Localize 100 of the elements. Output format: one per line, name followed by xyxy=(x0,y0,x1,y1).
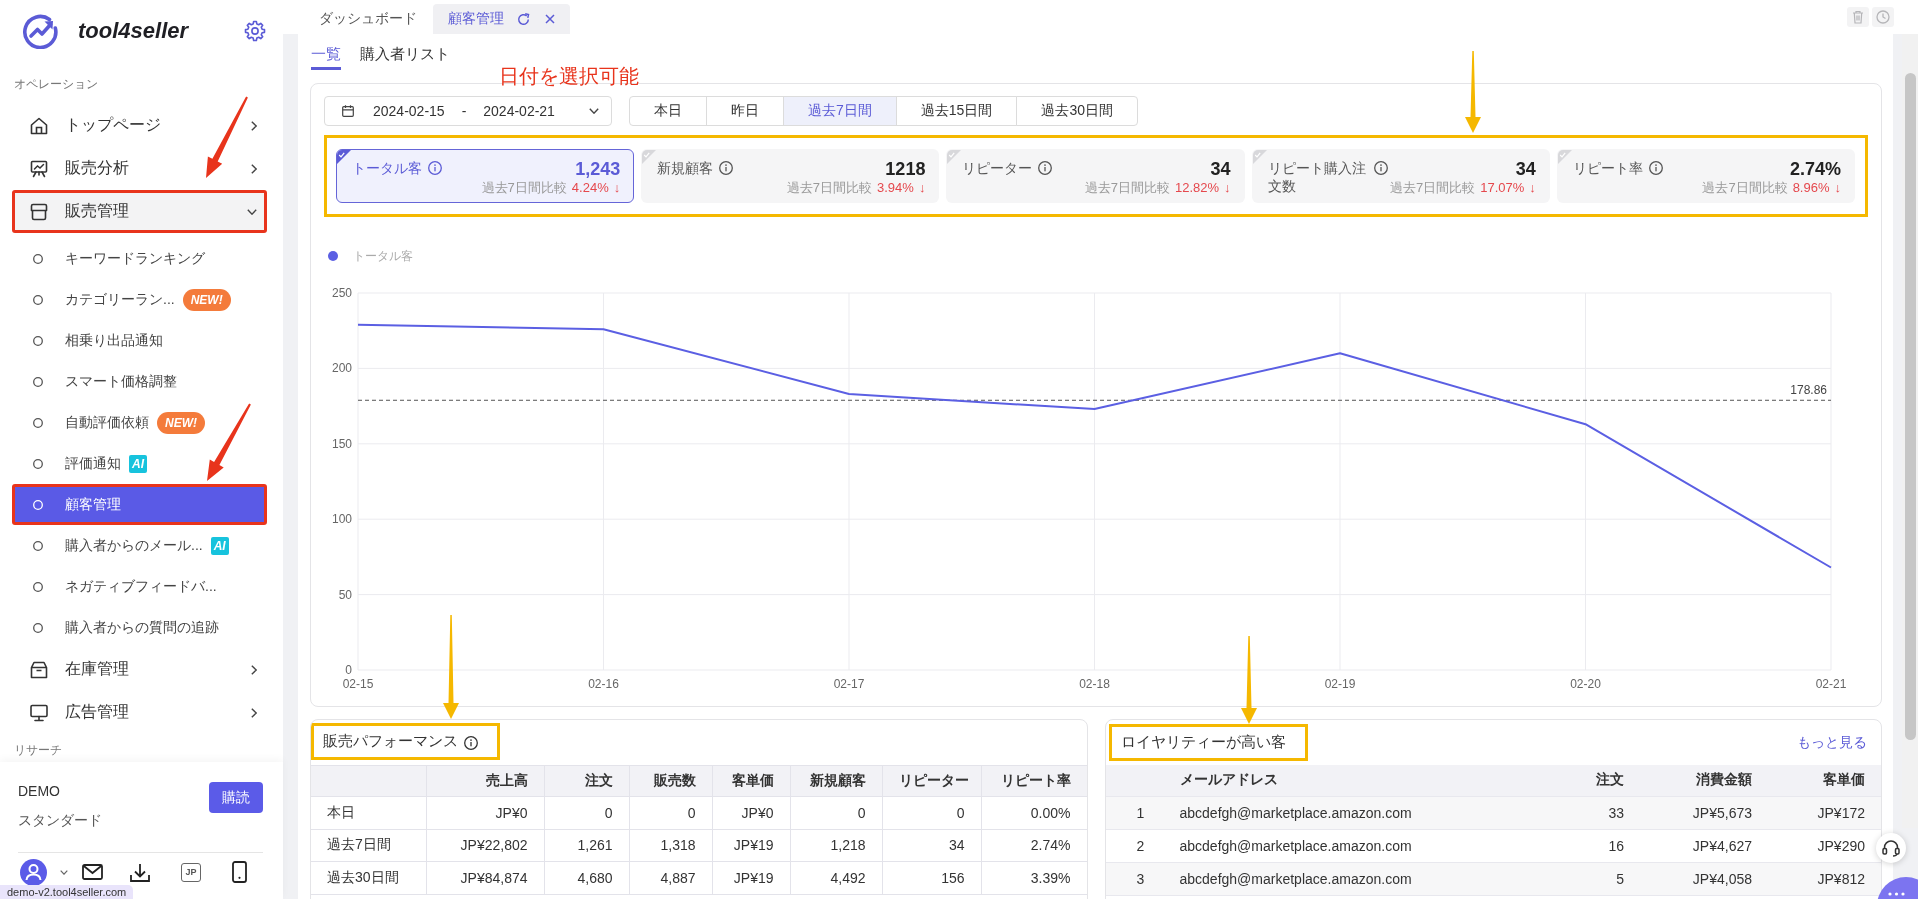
table-row[interactable]: 2 abcdefgh@marketplace.amazon.com 16 JP¥4,627 JP¥290 xyxy=(1105,829,1881,862)
table-cell: 0 xyxy=(629,796,712,829)
period-tab[interactable]: 昨日 xyxy=(706,96,784,126)
chevron-down-icon xyxy=(589,108,599,114)
metric-label: リピート率 xyxy=(1572,159,1643,177)
ring-icon xyxy=(33,622,43,633)
period-tab[interactable]: 本日 xyxy=(629,96,707,126)
axis-label: 150 xyxy=(331,436,352,451)
mail-icon[interactable] xyxy=(82,864,103,880)
nav-item[interactable]: スマート価格調整 xyxy=(12,361,267,402)
table-cell: 1,261 xyxy=(544,829,629,862)
trend-arrow: ↓ xyxy=(613,179,621,197)
column-header: 販売数 xyxy=(629,765,712,797)
table-cell: JP¥5,673 xyxy=(1640,796,1768,829)
box-icon xyxy=(30,660,48,679)
info-icon xyxy=(1038,161,1053,175)
metric-label: トータル客 xyxy=(352,159,422,177)
axis-label: 02-20 xyxy=(1570,677,1601,691)
trend-arrow: ↓ xyxy=(1834,179,1841,197)
info-icon xyxy=(428,161,442,175)
phone-icon[interactable] xyxy=(232,861,247,883)
nav-item[interactable]: 購入者からの質問の追跡 xyxy=(12,607,267,648)
nav-item[interactable]: キーワードランキング xyxy=(12,238,267,279)
table-cell: abcdefgh@marketplace.amazon.com xyxy=(1175,796,1540,829)
table-row[interactable]: 1 abcdefgh@marketplace.amazon.com 33 JP¥5,673 JP¥172 xyxy=(1105,796,1881,829)
rank-cell: 3 xyxy=(1105,862,1176,895)
table-row[interactable]: 3 abcdefgh@marketplace.amazon.com 5 JP¥4,058 JP¥812 xyxy=(1105,862,1881,895)
more-link[interactable]: もっと見る xyxy=(1797,733,1867,752)
column-header: 注文 xyxy=(544,765,629,797)
row-label: 本日 xyxy=(311,796,426,829)
nav-item[interactable]: ネガティブフィードバ... xyxy=(12,566,267,607)
download-icon[interactable] xyxy=(130,862,150,882)
chevron-right-icon xyxy=(251,120,257,131)
axis-label: 02-15 xyxy=(342,677,374,691)
nav-item[interactable]: トップページ xyxy=(12,104,267,147)
nav-item[interactable]: 販売分析 xyxy=(12,147,267,190)
ring-icon xyxy=(33,294,43,305)
table-cell: JP¥812 xyxy=(1768,862,1881,895)
column-header: 新規顧客 xyxy=(790,765,882,797)
close-icon[interactable] xyxy=(545,14,555,24)
nav-item[interactable]: 広告管理 xyxy=(12,691,267,734)
support-button[interactable] xyxy=(1876,833,1906,863)
panel-title: 販売パフォーマンス xyxy=(311,723,500,760)
panel-title: ロイヤリティーが高い客 xyxy=(1108,724,1308,761)
caret-icon[interactable] xyxy=(60,869,68,875)
table-cell: 34 xyxy=(882,829,981,862)
period-tab[interactable]: 過去30日間 xyxy=(1016,96,1138,126)
nav-item[interactable]: 相乗り出品通知 xyxy=(12,320,267,361)
axis-label: 0 xyxy=(345,663,352,677)
metric-card[interactable]: リピート購入注文数 34 過去7日間比較 17.07% ↓ xyxy=(1251,149,1550,203)
view-tab[interactable]: 購入者リスト xyxy=(360,34,450,70)
store-icon xyxy=(30,202,48,221)
ai-badge: AI xyxy=(210,536,229,555)
nav-item[interactable]: カテゴリーラン... NEW! xyxy=(12,279,267,320)
nav-item[interactable]: 評価通知 AI xyxy=(12,443,267,484)
table-cell: 4,492 xyxy=(790,861,882,894)
info-icon xyxy=(1648,161,1663,175)
table-cell: 1,318 xyxy=(629,829,712,862)
period-tab[interactable]: 過去15日間 xyxy=(895,96,1018,126)
metric-card[interactable]: リピーター 34 過去7日間比較 12.82% ↓ xyxy=(946,149,1245,203)
compare-label: 過去7日間比較 xyxy=(481,179,567,197)
language-button[interactable]: JP xyxy=(181,862,201,882)
table-cell: 5 xyxy=(1540,862,1640,895)
nav-item[interactable]: 購入者からのメール... AI xyxy=(12,525,267,566)
nav-item[interactable]: 在庫管理 xyxy=(12,648,267,691)
table-cell: 4,680 xyxy=(544,861,629,894)
compare-label: 過去7日間比較 xyxy=(1084,179,1170,197)
page-tab[interactable]: 顧客管理 xyxy=(433,4,570,34)
refresh-icon[interactable] xyxy=(517,12,530,26)
rank-cell: 2 xyxy=(1105,829,1176,862)
subscribe-button[interactable]: 購読 xyxy=(209,782,263,813)
view-tab[interactable]: 一覧 xyxy=(311,34,341,70)
end-date: 2024-02-21 xyxy=(483,103,555,119)
settings-icon[interactable] xyxy=(244,20,266,42)
date-separator: - xyxy=(461,103,467,119)
avatar-icon[interactable] xyxy=(20,858,47,886)
nav-item[interactable]: 顧客管理 xyxy=(12,484,267,525)
more-icon[interactable] xyxy=(1877,877,1918,899)
table-cell: 1,218 xyxy=(790,829,882,862)
metric-card[interactable]: トータル客 1,243 過去7日間比較 4.24% ↓ xyxy=(336,149,635,203)
chevron-right-icon xyxy=(251,163,257,174)
nav-item[interactable]: 自動評価依頼 NEW! xyxy=(12,402,267,443)
axis-label: 100 xyxy=(331,512,352,527)
metric-card[interactable]: 新規顧客 1218 過去7日間比較 3.94% ↓ xyxy=(641,149,940,203)
compare-label: 過去7日間比較 xyxy=(786,179,873,197)
account-name: DEMO xyxy=(18,782,61,801)
nav-item[interactable]: 販売管理 xyxy=(12,190,267,233)
period-tab[interactable]: 過去7日間 xyxy=(783,96,897,126)
date-range-field[interactable]: 2024-02-15 - 2024-02-21 xyxy=(324,96,612,126)
table-cell: JP¥4,058 xyxy=(1640,862,1768,895)
table-cell: 16 xyxy=(1540,829,1640,862)
monitor-icon xyxy=(30,703,48,722)
ai-badge: AI xyxy=(129,454,147,473)
table-cell: JP¥19 xyxy=(712,829,790,862)
page-tab[interactable]: ダッシュボード xyxy=(303,4,433,34)
metric-card[interactable]: リピート率 2.74% 過去7日間比較 8.96% ↓ xyxy=(1556,149,1855,203)
column-header: 注文 xyxy=(1540,765,1640,796)
info-icon xyxy=(464,735,478,750)
new-badge: NEW! xyxy=(157,411,205,434)
axis-label: 02-17 xyxy=(833,677,865,691)
